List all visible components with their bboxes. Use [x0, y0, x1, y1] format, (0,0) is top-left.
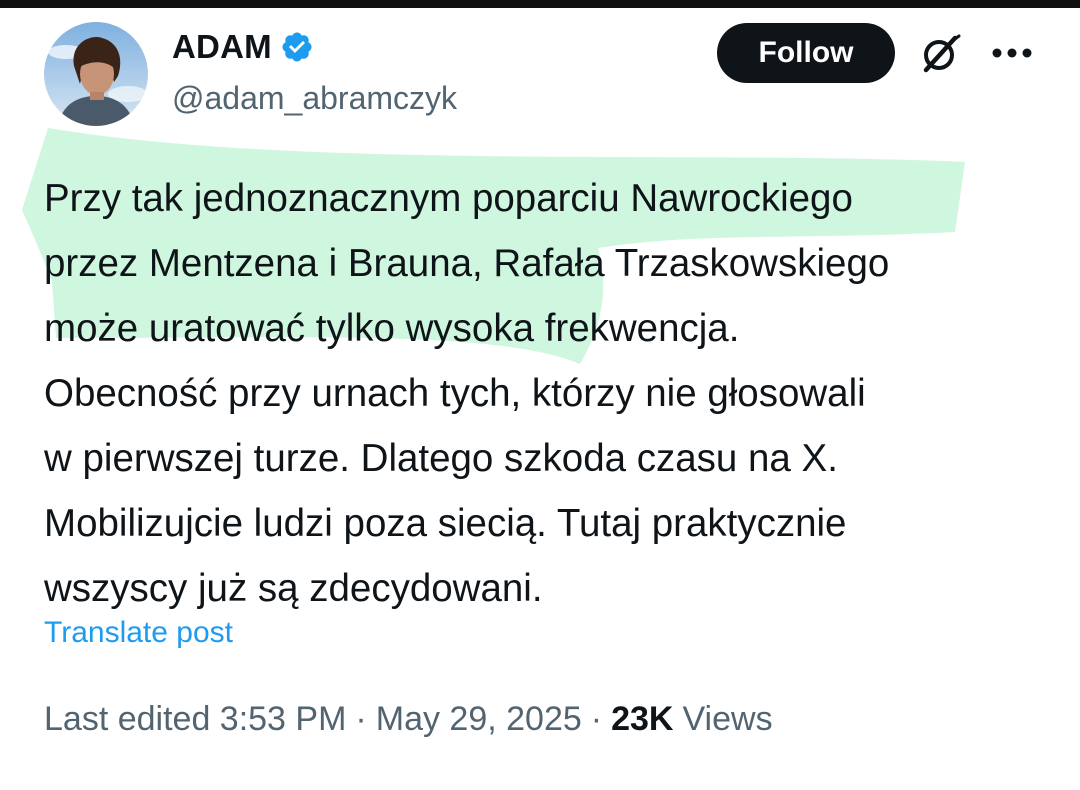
tweet-line: Przy tak jednoznacznym poparciu Nawrocki… — [44, 177, 853, 220]
tweet-line: może uratować tylko wysoka frekwencja. — [44, 307, 740, 350]
meta-separator: · — [590, 700, 603, 738]
avatar[interactable] — [44, 22, 148, 126]
tweet-line: wszyscy już są zdecydowani. — [44, 567, 543, 610]
follow-button[interactable]: Follow — [717, 23, 895, 83]
more-dots-icon[interactable] — [988, 36, 1036, 70]
tweet-meta: Last edited 3:53 PM · May 29, 2025 · 23K… — [44, 700, 773, 739]
tweet-line: Mobilizujcie ludzi poza siecią. Tutaj pr… — [44, 502, 847, 545]
post-date[interactable]: May 29, 2025 — [376, 700, 582, 739]
translate-post-link[interactable]: Translate post — [44, 616, 233, 650]
tweet-line: przez Mentzena i Brauna, Rafała Trzaskow… — [44, 242, 890, 285]
verified-badge-icon[interactable] — [280, 30, 314, 64]
tweet-line: w pierwszej turze. Dlatego szkoda czasu … — [44, 437, 838, 480]
views-label[interactable]: Views — [682, 700, 772, 739]
author-display-name[interactable]: ADAM — [172, 28, 272, 66]
meta-separator: · — [355, 700, 367, 738]
profile-photo — [44, 22, 148, 126]
author-name-row: ADAM — [172, 26, 314, 68]
author-handle[interactable]: @adam_abramczyk — [172, 80, 457, 117]
views-count[interactable]: 23K — [611, 700, 673, 739]
tweet-text: Przy tak jednoznacznym poparciu Nawrocki… — [44, 166, 1044, 621]
edited-timestamp[interactable]: Last edited 3:53 PM — [44, 700, 346, 739]
top-edge-bar — [0, 0, 1080, 8]
tweet-line: Obecność przy urnach tych, którzy nie gł… — [44, 372, 866, 415]
grok-icon[interactable] — [918, 32, 962, 76]
